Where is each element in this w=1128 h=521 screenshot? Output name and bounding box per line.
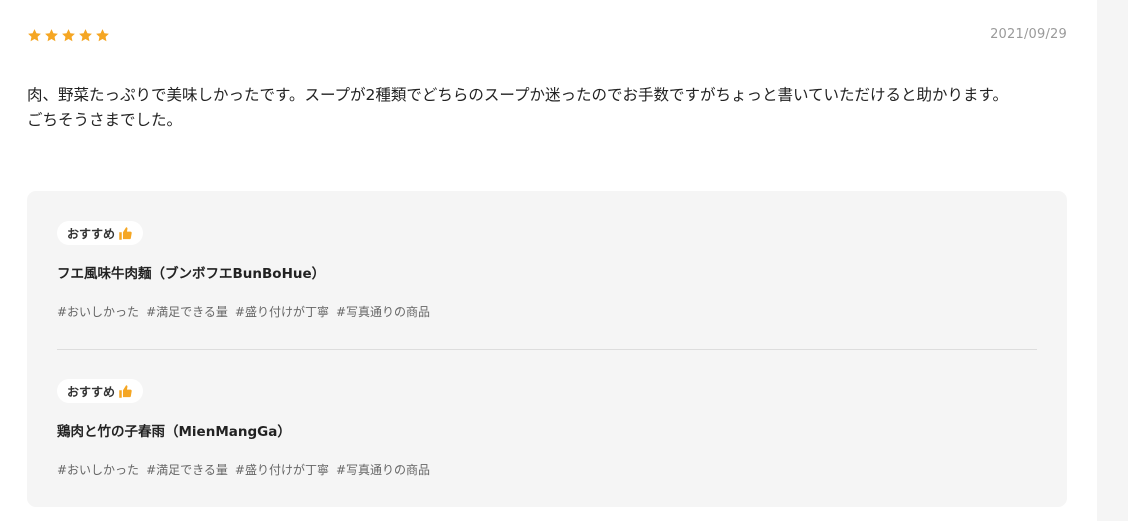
tag: #写真通りの商品: [335, 305, 431, 319]
star-icon: [27, 28, 42, 43]
tag: #おいしかった: [57, 463, 140, 477]
recommended-dishes-panel: おすすめ フエ風味牛肉麺（ブンボフエBunBoHue） #おいしかった #満足で…: [27, 191, 1067, 507]
tag: #盛り付けが丁寧: [234, 305, 329, 319]
dish-name: フエ風味牛肉麺（ブンボフエBunBoHue）: [57, 266, 326, 282]
scrollbar-track[interactable]: [1097, 0, 1128, 521]
review-card: 2021/09/29 肉、野菜たっぷりで美味しかったです。スープが2種類でどちら…: [27, 0, 1067, 521]
thumbs-up-icon: [118, 384, 133, 399]
tag: #満足できる量: [146, 305, 228, 319]
star-icon: [78, 28, 93, 43]
recommend-badge: おすすめ: [57, 221, 144, 245]
star-rating: [27, 28, 110, 43]
dish-item: おすすめ 鶏肉と竹の子春雨（MienMangGa） #おいしかった #満足できる…: [57, 379, 1037, 478]
review-text: 肉、野菜たっぷりで美味しかったです。スープが2種類でどちらのスープか迷ったのでお…: [27, 83, 1057, 133]
recommend-badge-label: おすすめ: [67, 384, 116, 399]
review-text-line: 肉、野菜たっぷりで美味しかったです。スープが2種類でどちらのスープか迷ったのでお…: [27, 86, 1008, 104]
dish-name: 鶏肉と竹の子春雨（MienMangGa）: [57, 424, 291, 440]
tag-list: #おいしかった #満足できる量 #盛り付けが丁寧 #写真通りの商品: [57, 461, 1037, 478]
tag: #写真通りの商品: [335, 463, 431, 477]
star-icon: [61, 28, 76, 43]
star-icon: [44, 28, 59, 43]
thumbs-up-icon: [118, 226, 133, 241]
tag-list: #おいしかった #満足できる量 #盛り付けが丁寧 #写真通りの商品: [57, 303, 1037, 320]
recommend-badge: おすすめ: [57, 379, 144, 403]
tag: #おいしかった: [57, 305, 140, 319]
dish-item: おすすめ フエ風味牛肉麺（ブンボフエBunBoHue） #おいしかった #満足で…: [57, 221, 1037, 320]
divider: [57, 349, 1037, 350]
tag: #盛り付けが丁寧: [234, 463, 329, 477]
star-icon: [95, 28, 110, 43]
tag: #満足できる量: [146, 463, 228, 477]
review-date: 2021/09/29: [990, 27, 1067, 42]
review-page: 2021/09/29 肉、野菜たっぷりで美味しかったです。スープが2種類でどちら…: [0, 0, 1128, 521]
review-text-line: ごちそうさまでした。: [27, 111, 183, 129]
recommend-badge-label: おすすめ: [67, 226, 116, 241]
